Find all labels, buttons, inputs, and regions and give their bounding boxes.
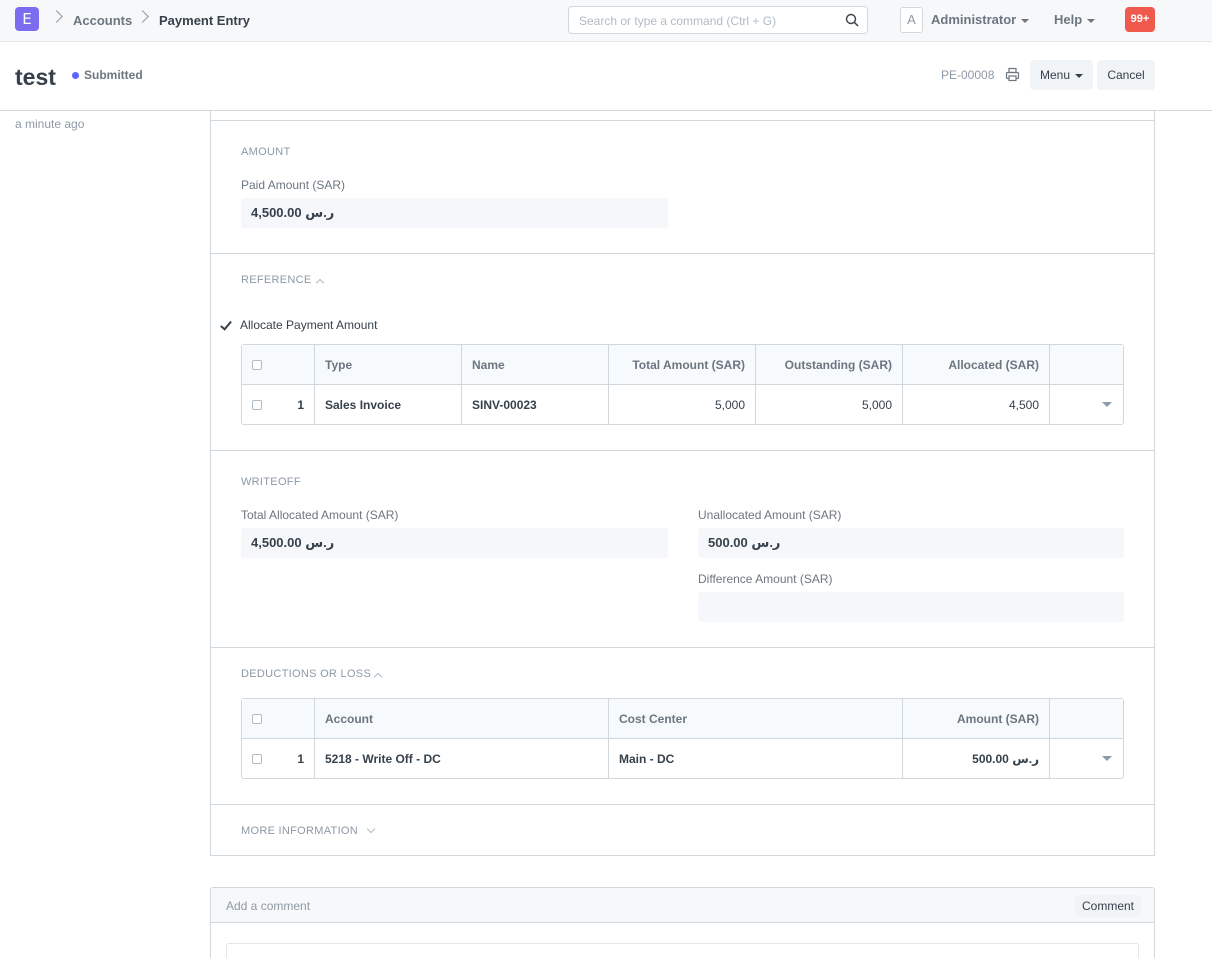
cell-amount[interactable]: ر.س 500.00: [903, 739, 1050, 779]
chevron-right-icon: [136, 10, 149, 23]
total-allocated-amount-label: Total Allocated Amount (SAR): [241, 508, 399, 522]
column-header-outstanding: Outstanding (SAR): [756, 345, 903, 385]
caret-down-icon: [1087, 18, 1096, 23]
row-checkbox[interactable]: [252, 400, 262, 410]
difference-amount-label: Difference Amount (SAR): [698, 572, 833, 586]
menu-button-label: Menu: [1039, 68, 1071, 82]
section-heading-deductions[interactable]: DEDUCTIONS OR LOSS: [241, 668, 371, 680]
comment-placeholder[interactable]: Add a comment: [226, 899, 310, 913]
comment-box: Add a comment Comment: [210, 887, 1155, 958]
select-all-cell: [242, 699, 315, 739]
difference-amount-field: [698, 592, 1124, 622]
breadcrumb-accounts[interactable]: Accounts: [73, 13, 132, 28]
search-icon[interactable]: [845, 13, 859, 27]
cell-type[interactable]: Sales Invoice: [315, 385, 462, 425]
chevron-down-icon[interactable]: [366, 824, 376, 834]
breadcrumb-payment-entry[interactable]: Payment Entry: [159, 13, 250, 28]
select-all-checkbox[interactable]: [252, 360, 262, 370]
select-all-checkbox[interactable]: [252, 714, 262, 724]
deductions-table: Account Cost Center Amount (SAR) 1 5218 …: [241, 698, 1124, 779]
page-head: test Submitted PE-00008 Menu Cancel: [0, 42, 1212, 111]
document-name: PE-00008: [941, 68, 995, 82]
page-title: test: [15, 64, 56, 90]
form-layout: AMOUNT Paid Amount (SAR) ر.س 4,500.00 RE…: [210, 110, 1155, 856]
row-select-cell: 1: [242, 385, 315, 425]
section-heading-more-information[interactable]: MORE INFORMATION: [241, 825, 358, 837]
cancel-button[interactable]: Cancel: [1097, 60, 1155, 90]
cell-allocated[interactable]: 4,500: [903, 385, 1050, 425]
section-divider: [211, 804, 1154, 805]
avatar[interactable]: A: [900, 7, 923, 33]
comment-header: Add a comment Comment: [211, 888, 1154, 923]
navbar: E Accounts Payment Entry Search or type …: [0, 0, 1212, 42]
notification-badge[interactable]: 99+: [1125, 7, 1155, 32]
row-index: 1: [297, 752, 304, 766]
table-row[interactable]: 1 5218 - Write Off - DC Main - DC ر.س 50…: [242, 739, 1123, 779]
user-menu-label: Administrator: [931, 12, 1017, 27]
modified-timestamp: a minute ago: [15, 117, 85, 131]
table-row[interactable]: 1 Sales Invoice SINV-00023 5,000 5,000 4…: [242, 385, 1123, 425]
row-select-cell: 1: [242, 739, 315, 779]
column-header-type: Type: [315, 345, 462, 385]
paid-amount-label: Paid Amount (SAR): [241, 178, 346, 192]
print-icon[interactable]: [1005, 67, 1020, 82]
section-heading-writeoff: WRITEOFF: [241, 476, 301, 488]
caret-down-icon[interactable]: [1102, 402, 1112, 407]
chevron-up-icon[interactable]: [373, 672, 383, 682]
unallocated-amount-field: ر.س 500.00: [698, 528, 1124, 558]
unallocated-amount-label: Unallocated Amount (SAR): [698, 508, 842, 522]
column-header-total-amount: Total Amount (SAR): [609, 345, 756, 385]
row-edit-cell[interactable]: [1050, 739, 1123, 779]
caret-down-icon: [1021, 18, 1030, 23]
column-header-cost-center: Cost Center: [609, 699, 903, 739]
table-header-row: Type Name Total Amount (SAR) Outstanding…: [242, 345, 1123, 385]
select-all-cell: [242, 345, 315, 385]
row-index: 1: [297, 398, 304, 412]
row-edit-cell[interactable]: [1050, 385, 1123, 425]
total-allocated-amount-field: ر.س 4,500.00: [241, 528, 668, 558]
checkmark-icon[interactable]: [220, 318, 232, 331]
column-header-account: Account: [315, 699, 609, 739]
comment-button[interactable]: Comment: [1075, 895, 1141, 917]
chevron-right-icon: [50, 10, 63, 23]
menu-button[interactable]: Menu: [1030, 60, 1093, 90]
allocate-payment-amount-checkbox[interactable]: Allocate Payment Amount: [240, 318, 377, 332]
status-badge: Submitted: [84, 68, 143, 82]
app-logo[interactable]: E: [15, 7, 39, 31]
section-heading-amount: AMOUNT: [241, 146, 291, 158]
column-header-name: Name: [462, 345, 609, 385]
column-header-allocated: Allocated (SAR): [903, 345, 1050, 385]
column-header-amount: Amount (SAR): [903, 699, 1050, 739]
comment-input[interactable]: [226, 943, 1139, 958]
help-menu-label: Help: [1054, 12, 1083, 27]
caret-down-icon: [1075, 73, 1084, 78]
chevron-up-icon[interactable]: [315, 278, 325, 288]
user-menu[interactable]: Administrator: [931, 12, 1030, 27]
cell-account[interactable]: 5218 - Write Off - DC: [315, 739, 609, 779]
table-header-row: Account Cost Center Amount (SAR): [242, 699, 1123, 739]
help-menu[interactable]: Help: [1054, 12, 1096, 27]
section-divider: [211, 253, 1154, 254]
search-placeholder: Search or type a command (Ctrl + G): [579, 14, 777, 28]
cell-cost-center[interactable]: Main - DC: [609, 739, 903, 779]
section-divider: [211, 647, 1154, 648]
row-checkbox[interactable]: [252, 754, 262, 764]
cell-name[interactable]: SINV-00023: [462, 385, 609, 425]
section-heading-reference[interactable]: REFERENCE: [241, 274, 312, 286]
section-divider: [211, 120, 1154, 121]
references-table: Type Name Total Amount (SAR) Outstanding…: [241, 344, 1124, 425]
cell-outstanding[interactable]: 5,000: [756, 385, 903, 425]
search-input[interactable]: Search or type a command (Ctrl + G): [568, 6, 868, 34]
section-divider: [211, 450, 1154, 451]
status-indicator-icon: [72, 72, 79, 79]
caret-down-icon[interactable]: [1102, 756, 1112, 761]
paid-amount-field: ر.س 4,500.00: [241, 198, 668, 228]
cell-total-amount[interactable]: 5,000: [609, 385, 756, 425]
